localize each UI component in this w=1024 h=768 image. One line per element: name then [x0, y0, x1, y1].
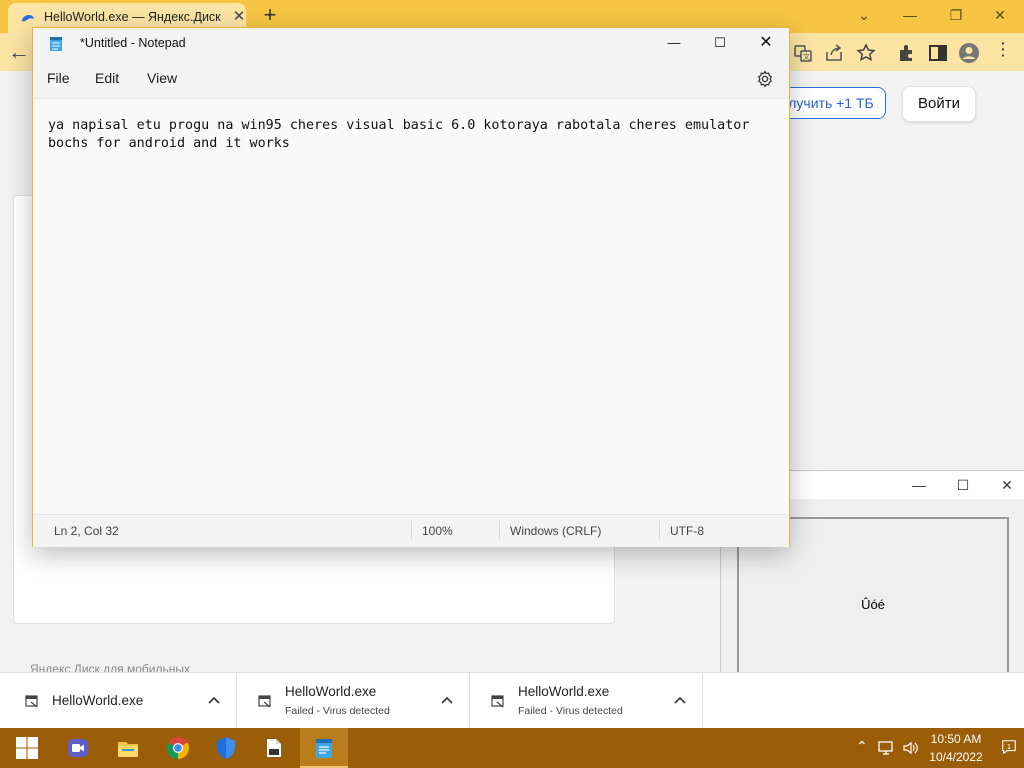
file-explorer-icon: [118, 742, 138, 757]
chrome-icon: [167, 737, 189, 759]
taskbar-defender[interactable]: [202, 728, 250, 768]
meet-icon: [68, 739, 88, 757]
window-title: *Untitled - Notepad: [80, 36, 186, 50]
start-button[interactable]: [3, 728, 51, 768]
download-filename: HelloWorld.exe: [52, 693, 144, 708]
menu-view[interactable]: View: [147, 70, 177, 86]
downloads-bar: HelloWorld.exe HelloWorld.exe Failed - V…: [0, 672, 1024, 729]
download-filename: HelloWorld.exe: [518, 684, 610, 699]
yandex-disk-icon: [22, 15, 34, 22]
chevron-down-icon[interactable]: ⌄: [842, 4, 886, 26]
taskbar-notepad[interactable]: [300, 728, 348, 768]
explorer-file-icon: [267, 739, 281, 757]
clock-time[interactable]: 10:50 AM: [926, 732, 986, 746]
tab-close-icon[interactable]: ✕: [230, 8, 248, 26]
minimize-icon[interactable]: —: [888, 4, 932, 26]
taskbar-file-explorer[interactable]: [104, 728, 152, 768]
minimize-icon[interactable]: —: [897, 473, 941, 497]
start-icon: [16, 737, 38, 759]
notepad-window[interactable]: *Untitled - Notepad — ☐ ✕ File Edit View…: [32, 27, 790, 547]
volume-icon[interactable]: [902, 740, 920, 756]
maximize-icon[interactable]: ☐: [941, 473, 985, 497]
encoding: UTF-8: [670, 524, 704, 538]
taskbar-meet[interactable]: [54, 728, 102, 768]
download-item[interactable]: HelloWorld.exe Failed - Virus detected: [470, 673, 703, 729]
download-item[interactable]: HelloWorld.exe Failed - Virus detected: [237, 673, 470, 729]
zoom-level: 100%: [422, 524, 453, 538]
side-panel-icon[interactable]: [927, 42, 949, 64]
status-bar: Ln 2, Col 32 100% Windows (CRLF) UTF-8: [33, 514, 789, 547]
new-tab-button[interactable]: +: [258, 2, 282, 28]
status-divider: [499, 521, 500, 541]
cursor-position: Ln 2, Col 32: [54, 524, 119, 538]
download-status: Failed - Virus detected: [518, 705, 623, 717]
close-icon[interactable]: ✕: [985, 473, 1024, 497]
status-divider: [411, 521, 412, 541]
download-status: Failed - Virus detected: [285, 705, 390, 717]
back-arrow-icon[interactable]: ←: [8, 41, 32, 65]
profile-avatar-icon[interactable]: [958, 42, 980, 64]
get-storage-button[interactable]: лучить +1 ТБ: [776, 87, 886, 119]
maximize-icon[interactable]: ☐: [697, 28, 743, 58]
taskbar-chrome[interactable]: [154, 728, 202, 768]
settings-gear-icon[interactable]: [756, 70, 774, 88]
minimize-icon[interactable]: —: [651, 28, 697, 58]
close-icon[interactable]: ✕: [743, 28, 789, 58]
menu-edit[interactable]: Edit: [95, 70, 119, 86]
browser-menu-icon[interactable]: ⋮: [994, 39, 1012, 60]
taskbar-explorer-file[interactable]: [250, 728, 298, 768]
extensions-puzzle-icon[interactable]: [895, 42, 917, 64]
text-editor[interactable]: ya napisal etu progu na win95 cheres vis…: [33, 98, 789, 515]
tray-chevron-up-icon[interactable]: ⌃: [856, 738, 868, 755]
tab-title: HelloWorld.exe — Яндекс.Диск: [44, 10, 221, 24]
notepad-icon: [316, 739, 332, 758]
chevron-up-icon[interactable]: [437, 691, 457, 711]
file-icon: [258, 695, 271, 708]
notepad-icon: [50, 37, 62, 51]
bookmark-star-icon[interactable]: [855, 42, 877, 64]
restore-icon[interactable]: ❐: [934, 4, 978, 26]
defender-icon: [217, 737, 235, 759]
translate-icon[interactable]: 文: [792, 42, 814, 64]
chevron-up-icon[interactable]: [204, 691, 224, 711]
svg-text:文: 文: [803, 52, 810, 61]
svg-text:1: 1: [1007, 742, 1012, 751]
notifications-icon[interactable]: 1: [1000, 739, 1018, 755]
status-divider: [659, 521, 660, 541]
login-button[interactable]: Войти: [902, 86, 976, 122]
chevron-up-icon[interactable]: [670, 691, 690, 711]
network-icon[interactable]: [878, 740, 896, 756]
close-icon[interactable]: ✕: [978, 4, 1022, 26]
menu-file[interactable]: File: [47, 70, 70, 86]
download-item[interactable]: HelloWorld.exe: [4, 673, 237, 729]
notepad-title-bar[interactable]: *Untitled - Notepad — ☐ ✕: [33, 28, 789, 58]
clock-date[interactable]: 10/4/2022: [926, 750, 986, 764]
file-icon: [491, 695, 504, 708]
share-icon[interactable]: [823, 42, 845, 64]
taskbar: ⌃ 10:50 AM 10/4/2022 1: [0, 728, 1024, 768]
app-label: Ûóé: [861, 597, 885, 612]
line-ending: Windows (CRLF): [510, 524, 602, 538]
download-filename: HelloWorld.exe: [285, 684, 377, 699]
file-icon: [25, 695, 38, 708]
editor-content[interactable]: ya napisal etu progu na win95 cheres vis…: [48, 117, 768, 153]
menu-bar: File Edit View: [33, 58, 789, 98]
